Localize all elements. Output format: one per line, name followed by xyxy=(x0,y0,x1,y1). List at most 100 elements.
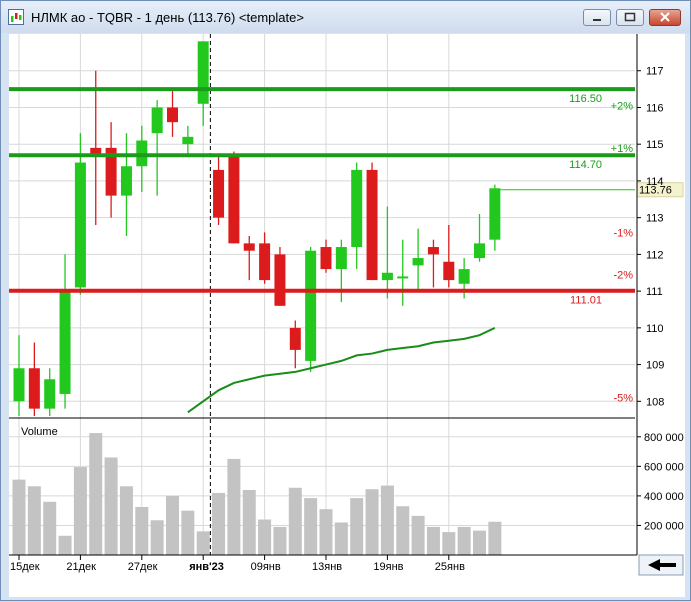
candle-body xyxy=(274,254,286,306)
candle-body xyxy=(182,136,194,145)
candle-body xyxy=(259,243,271,281)
volume-bar xyxy=(12,479,26,555)
candle-body xyxy=(320,247,332,270)
level-label: 114.70 xyxy=(569,159,602,171)
grid-lines xyxy=(9,34,635,555)
candle-body xyxy=(289,327,301,350)
candle-body xyxy=(197,41,209,104)
candle-body xyxy=(474,243,485,259)
candle-body xyxy=(28,368,40,409)
volume-bar xyxy=(43,501,57,555)
time-tick-label: 13янв xyxy=(312,561,342,573)
title-bar[interactable]: НЛМК ао - TQBR - 1 день (113.76) <templa… xyxy=(1,1,690,33)
candle-body xyxy=(74,162,86,288)
price-tick-label: 113 xyxy=(646,213,664,225)
volume-bar xyxy=(58,535,72,555)
volume-bar xyxy=(166,495,179,555)
volume-bar xyxy=(488,521,502,555)
minimize-icon xyxy=(593,19,601,21)
volume-tick-label: 200 000 xyxy=(644,520,684,532)
price-tick-label: 112 xyxy=(646,249,664,261)
volume-bar xyxy=(288,487,302,555)
percent-marker: -1% xyxy=(613,227,633,239)
volume-bar xyxy=(212,492,226,555)
volume-bar xyxy=(242,489,256,555)
price-tick-label: 108 xyxy=(646,396,664,408)
candle-body xyxy=(427,247,439,255)
volume-bar xyxy=(396,506,410,555)
volume-bar xyxy=(380,485,394,555)
volume-bar xyxy=(135,506,149,555)
volume-bar xyxy=(350,498,364,555)
level-label: 116.50 xyxy=(569,93,602,105)
volume-bars xyxy=(12,433,502,555)
price-tick-label: 117 xyxy=(646,66,664,78)
chart-app-icon xyxy=(8,9,24,25)
volume-tick-label: 600 000 xyxy=(644,461,684,473)
candle-body xyxy=(228,155,240,244)
volume-bar xyxy=(258,519,272,555)
candle-body xyxy=(167,107,178,123)
volume-bar xyxy=(334,522,348,555)
volume-panel-title: Volume xyxy=(21,426,58,438)
volume-bar xyxy=(27,486,41,555)
candle-body xyxy=(151,107,163,134)
chart-area[interactable]: 116.50 114.70 111.01 +2% +1% -1% -2% -5% 113.76 … xyxy=(9,34,685,597)
volume-bar xyxy=(365,489,379,555)
price-tick-label: 109 xyxy=(646,360,664,372)
price-tick-label: 114 xyxy=(646,176,664,188)
candles xyxy=(13,41,501,416)
candlestick-chart[interactable]: 116.50114.70111.01+2%+1%-1%-2%-5%113.76 … xyxy=(9,34,685,597)
volume-bar xyxy=(273,526,287,555)
volume-bar xyxy=(150,520,164,555)
candle-body xyxy=(489,188,501,240)
candle-body xyxy=(305,250,317,361)
volume-bar xyxy=(196,531,210,555)
time-tick-label: 15дек xyxy=(10,561,40,573)
candle-body xyxy=(44,379,56,409)
price-tick-label: 111 xyxy=(646,286,663,298)
window-title: НЛМК ао - TQBR - 1 день (113.76) <templa… xyxy=(31,10,304,25)
volume-bar xyxy=(181,510,195,555)
candle-body xyxy=(458,269,470,284)
candle-body xyxy=(213,169,225,218)
volume-bar xyxy=(227,458,241,555)
level-label: 111.01 xyxy=(570,295,602,307)
percent-marker: -2% xyxy=(613,270,633,282)
candle-body xyxy=(366,169,378,281)
candle-body xyxy=(243,243,255,251)
volume-bar xyxy=(104,457,118,555)
time-tick-label: 09янв xyxy=(251,561,281,573)
minimize-button[interactable] xyxy=(583,9,611,26)
time-tick-label: 19янв xyxy=(373,561,403,573)
volume-bar xyxy=(411,515,425,555)
percent-marker: +2% xyxy=(611,101,634,113)
price-tick-label: 115 xyxy=(646,139,664,151)
maximize-icon xyxy=(624,12,636,22)
maximize-button[interactable] xyxy=(616,9,644,26)
percent-marker: +1% xyxy=(611,143,634,155)
close-icon xyxy=(660,12,670,22)
percent-marker: -5% xyxy=(613,393,633,405)
candle-body xyxy=(335,247,347,270)
volume-bar xyxy=(442,532,456,555)
volume-bar xyxy=(89,433,103,555)
candle-body xyxy=(13,368,25,402)
price-tick-label: 110 xyxy=(646,323,664,335)
candle-body xyxy=(381,272,393,281)
candle-body xyxy=(59,291,71,394)
scroll-back-button[interactable] xyxy=(638,554,684,576)
candle-body xyxy=(397,276,409,279)
volume-bar xyxy=(319,509,333,555)
volume-bar xyxy=(119,486,133,555)
volume-bar xyxy=(426,526,440,555)
time-tick-label: 21дек xyxy=(66,561,96,573)
time-tick-label: 27дек xyxy=(128,561,158,573)
close-button[interactable] xyxy=(649,9,681,26)
time-tick-label: 25янв xyxy=(435,561,465,573)
volume-tick-label: 800 000 xyxy=(644,432,684,444)
chart-window: НЛМК ао - TQBR - 1 день (113.76) <templa… xyxy=(0,0,691,601)
volume-tick-label: 400 000 xyxy=(644,491,684,503)
volume-bar xyxy=(473,530,486,555)
candle-body xyxy=(443,261,455,281)
